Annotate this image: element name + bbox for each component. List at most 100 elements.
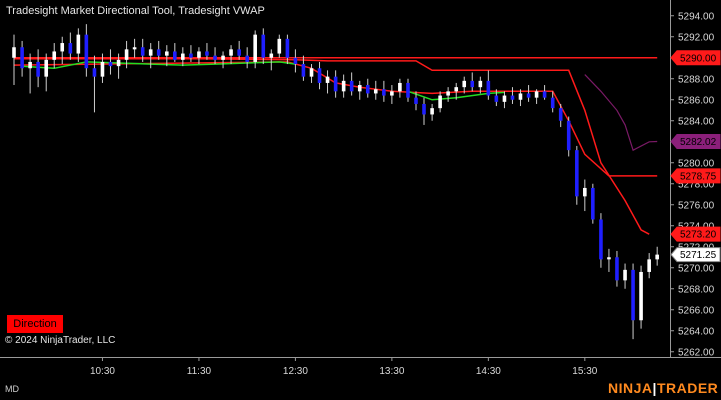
candle-down: [36, 61, 40, 77]
candle-up: [398, 82, 402, 92]
candle-down: [213, 55, 217, 60]
candle-up: [100, 61, 105, 77]
candle-down: [189, 53, 193, 58]
candle-up: [518, 93, 523, 100]
candle-up: [341, 80, 346, 92]
time-tick-label: 13:30: [379, 366, 404, 377]
price-tick-label: 5288.00: [678, 74, 715, 85]
price-tick-label: 5294.00: [678, 11, 715, 22]
price-marker: 5278.75: [670, 168, 721, 184]
price-marker-text: 5278.75: [680, 171, 717, 182]
price-tick-label: 5280.00: [678, 158, 715, 169]
candle-up: [647, 259, 651, 272]
candle-down: [92, 68, 97, 77]
candle-down: [494, 95, 499, 102]
chart-title: Tradesight Market Directional Tool, Trad…: [6, 5, 265, 17]
candle-up: [623, 269, 627, 281]
price-tick-label: 5266.00: [678, 305, 715, 316]
candle-up: [253, 34, 257, 62]
candle-up: [502, 95, 507, 102]
candle-up: [148, 49, 153, 56]
logo-part-trader: TRADER: [656, 380, 719, 396]
candle-up: [12, 47, 16, 58]
candle-down: [566, 120, 571, 151]
candle-down: [591, 187, 595, 220]
candle-up: [116, 59, 121, 67]
candle-down: [486, 80, 491, 96]
candle-up: [607, 257, 611, 260]
price-tick-label: 5262.00: [678, 347, 715, 358]
candle-up: [60, 43, 65, 52]
copyright-text: © 2024 NinjaTrader, LLC: [5, 335, 116, 346]
candle-down: [558, 108, 563, 121]
candle-down: [333, 76, 338, 92]
price-tick-label: 5286.00: [678, 95, 715, 106]
candle-up: [454, 87, 459, 92]
logo-part-ninja: NINJA: [608, 380, 653, 396]
time-tick-label: 12:30: [283, 366, 308, 377]
candle-down: [261, 34, 266, 58]
candle-up: [44, 59, 49, 77]
time-tick-label: 11:30: [187, 366, 212, 377]
ninjatrader-logo: NINJA|TRADER: [608, 380, 718, 396]
price-marker-text: 5271.25: [680, 250, 717, 261]
candle-up: [478, 80, 483, 88]
candle-down: [422, 103, 426, 115]
price-tick-label: 5268.00: [678, 284, 715, 295]
candle-up: [583, 187, 587, 197]
candle-down: [245, 55, 249, 62]
candle-down: [68, 43, 73, 54]
price-tick-label: 5284.00: [678, 116, 715, 127]
candle-up: [132, 47, 137, 50]
candle-down: [156, 49, 161, 56]
price-marker: 5273.20: [670, 226, 721, 242]
price-marker: 5271.25: [670, 247, 721, 263]
candle-up: [446, 91, 450, 96]
candle-down: [599, 219, 603, 260]
candle-up: [357, 85, 362, 92]
candle-down: [470, 80, 475, 88]
chart-area[interactable]: 5262.005264.005266.005268.005270.005272.…: [0, 0, 721, 400]
candle-down: [406, 82, 410, 98]
time-tick-label: 10:30: [90, 366, 115, 377]
price-marker-text: 5290.00: [680, 53, 717, 64]
candle-up: [639, 271, 643, 321]
candle-down: [526, 93, 531, 98]
price-tick-label: 5270.00: [678, 263, 715, 274]
candle-up: [52, 51, 57, 60]
candle-down: [542, 91, 547, 98]
candle-down: [237, 49, 241, 56]
candle-up: [229, 49, 233, 56]
candle-up: [124, 49, 129, 60]
price-marker: 5282.02: [670, 134, 721, 150]
price-marker-text: 5273.20: [680, 230, 717, 241]
time-tick-label: 15:30: [572, 366, 597, 377]
candle-down: [550, 97, 555, 109]
candle-down: [317, 68, 322, 83]
candle-down: [631, 269, 635, 321]
mode-label: MD: [5, 384, 19, 394]
direction-button[interactable]: Direction: [7, 315, 63, 333]
candle-up: [181, 53, 185, 60]
candle-down: [285, 38, 290, 58]
price-marker: 5290.00: [670, 50, 721, 66]
candle-up: [462, 80, 467, 88]
candle-down: [173, 51, 177, 60]
candle-down: [293, 57, 298, 65]
candle-down: [414, 97, 418, 104]
price-marker-text: 5282.02: [680, 137, 717, 148]
candle-down: [20, 47, 24, 69]
price-tick-label: 5276.00: [678, 200, 715, 211]
candle-up: [438, 95, 442, 109]
candle-up: [430, 108, 434, 115]
candle-down: [575, 150, 579, 197]
candle-up: [269, 53, 274, 58]
candle-up: [165, 51, 169, 56]
candle-up: [390, 91, 394, 96]
candle-down: [349, 80, 354, 92]
candle-up: [534, 91, 539, 98]
candle-up: [309, 68, 314, 77]
candle-up: [277, 38, 282, 54]
candle-down: [108, 61, 113, 67]
candle-up: [325, 76, 330, 83]
